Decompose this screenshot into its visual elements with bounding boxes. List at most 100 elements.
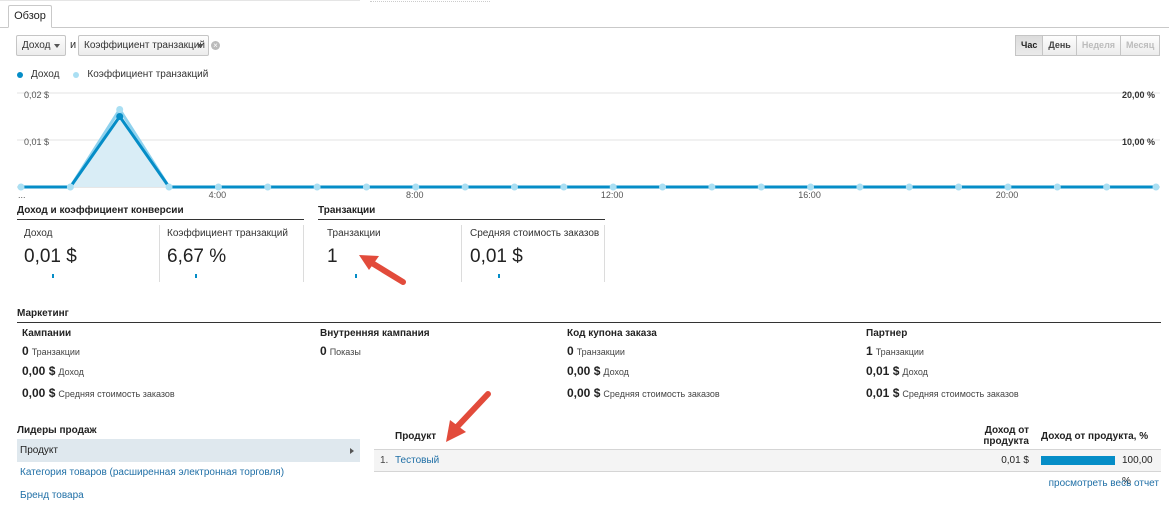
- kpi-section-conversion-title: Доход и коэффициент конверсии: [17, 205, 304, 220]
- marketing-col-internal-campaign-header: Внутренняя кампания: [320, 328, 430, 339]
- top-sellers-item-label: Бренд товара: [20, 490, 84, 501]
- x-axis-tick-label: 16:00: [798, 190, 821, 200]
- data-point-transaction-rate: [1103, 183, 1111, 191]
- metric-value: 0: [567, 344, 574, 358]
- kpi-value: 6,67 %: [167, 246, 227, 267]
- kpi-transaction-rate[interactable]: Коэффициент транзакций 6,67 %: [167, 228, 288, 278]
- series-line-revenue: [21, 113, 1156, 189]
- series-area-transaction-rate: [21, 109, 1156, 187]
- metric-label: Транзакции: [31, 347, 80, 357]
- data-point-transaction-rate: [659, 183, 667, 191]
- data-point-transaction-rate: [116, 105, 124, 113]
- series-line-transaction-rate: [21, 106, 1156, 189]
- marketing-affiliate-aov: 0,01 $ Средняя стоимость заказов: [866, 386, 1019, 400]
- top-sellers-item-product[interactable]: Продукт: [17, 439, 360, 462]
- data-point-transaction-rate: [362, 183, 370, 191]
- kpi-label: Доход: [24, 228, 53, 239]
- kpi-value: 0,01 $: [24, 246, 77, 267]
- metric-value: 1: [866, 344, 873, 358]
- kpi-divider: [303, 225, 304, 282]
- data-point-transaction-rate: [856, 183, 864, 191]
- metric-label: Средняя стоимость заказов: [902, 389, 1019, 399]
- data-point-transaction-rate: [560, 183, 568, 191]
- metric1-select[interactable]: Доход: [16, 35, 66, 56]
- x-axis-tick-label: 20:00: [996, 190, 1019, 200]
- legend-dot-icon: [73, 71, 80, 78]
- granularity-switcher: Час День Неделя Месяц: [1015, 35, 1161, 56]
- granularity-hour-button[interactable]: Час: [1015, 35, 1044, 56]
- granularity-week-button: Неделя: [1075, 35, 1122, 56]
- granularity-month-button: Месяц: [1120, 35, 1161, 56]
- marketing-campaigns-transactions: 0 Транзакции: [22, 344, 80, 358]
- kpi-label: Коэффициент транзакций: [167, 228, 288, 239]
- metric-label: Транзакции: [576, 347, 625, 357]
- top-sellers-item-label: Продукт: [20, 445, 58, 456]
- table-row: 1. Тестовый 0,01 $ 100,00 %: [374, 449, 1161, 487]
- data-point-transaction-rate: [1152, 183, 1160, 191]
- marketing-col-campaigns-header: Кампании: [22, 328, 72, 339]
- metric-label: Транзакции: [875, 347, 924, 357]
- top-dotted-divider: [370, 1, 490, 2]
- top-sellers-item-category[interactable]: Категория товаров (расширенная электронн…: [17, 461, 360, 484]
- product-link[interactable]: Тестовый: [395, 450, 439, 471]
- product-table-header-revenue[interactable]: Доход от продукта: [980, 425, 1029, 447]
- left-axis-tick-label: 0,02 $: [24, 90, 49, 100]
- right-axis-tick-label: 10,00 %: [1122, 137, 1155, 147]
- kpi-revenue[interactable]: Доход 0,01 $: [24, 228, 77, 278]
- product-table-header-share[interactable]: Доход от продукта, %: [1041, 431, 1148, 442]
- kpi-avg-order-value[interactable]: Средняя стоимость заказов 0,01 $: [470, 228, 599, 278]
- data-point-transaction-rate: [905, 183, 913, 191]
- left-axis-tick-label: 0,01 $: [24, 137, 49, 147]
- metric-label: Доход: [902, 367, 928, 377]
- kpi-label: Средняя стоимость заказов: [470, 228, 600, 239]
- kpi-divider: [159, 225, 160, 282]
- x-axis-tick-label: ...: [18, 190, 26, 200]
- kpi-sparkline: [498, 274, 500, 278]
- marketing-campaigns-aov: 0,00 $ Средняя стоимость заказов: [22, 386, 175, 400]
- tab-bar-line: [0, 27, 1169, 28]
- header-line: Доход от: [984, 425, 1029, 436]
- top-sellers-item-label: Категория товаров (расширенная электронн…: [20, 467, 285, 478]
- data-point-transaction-rate: [609, 183, 617, 191]
- metric-value: 0,01 $: [866, 364, 900, 378]
- marketing-affiliate-revenue: 0,01 $ Доход: [866, 364, 928, 378]
- remove-metric-close-icon[interactable]: ×: [211, 41, 220, 50]
- data-point-transaction-rate: [955, 183, 963, 191]
- kpi-label: Транзакции: [327, 228, 381, 239]
- data-point-transaction-rate: [165, 183, 173, 191]
- marketing-affiliate-transactions: 1 Транзакции: [866, 344, 924, 358]
- marketing-col-coupon-header: Код купона заказа: [567, 328, 657, 339]
- row-index: 1.: [380, 455, 389, 466]
- chevron-down-icon: [197, 44, 203, 48]
- kpi-section-transactions-title: Транзакции: [318, 205, 605, 220]
- data-point-transaction-rate: [757, 183, 765, 191]
- kpi-sparkline: [52, 274, 54, 278]
- top-sellers-title: Лидеры продаж: [17, 425, 360, 440]
- metric-label: Доход: [58, 367, 84, 377]
- tab-overview[interactable]: Обзор: [8, 5, 52, 28]
- marketing-campaigns-revenue: 0,00 $ Доход: [22, 364, 84, 378]
- data-point-transaction-rate: [1004, 183, 1012, 191]
- chart-legend: Доход Коэффициент транзакций: [17, 69, 222, 80]
- view-full-report-link[interactable]: просмотреть весь отчет: [1049, 478, 1159, 489]
- metric-connector: и: [70, 39, 77, 51]
- data-point-revenue: [116, 113, 124, 120]
- marketing-coupon-revenue: 0,00 $ Доход: [567, 364, 629, 378]
- data-point-transaction-rate: [313, 183, 321, 191]
- marketing-internal-impressions: 0 Показы: [320, 344, 361, 358]
- metric2-select[interactable]: Коэффициент транзакций: [78, 35, 209, 56]
- x-axis-tick-label: 12:00: [601, 190, 624, 200]
- annotation-arrow-icon: [359, 255, 406, 285]
- kpi-value: 0,01 $: [470, 246, 523, 267]
- product-table-header-product[interactable]: Продукт: [395, 431, 436, 442]
- metric-label: Средняя стоимость заказов: [603, 389, 720, 399]
- metric-value: 0,00 $: [567, 364, 601, 378]
- x-axis-tick-label: 8:00: [406, 190, 424, 200]
- granularity-day-button[interactable]: День: [1042, 35, 1077, 56]
- marketing-coupon-aov: 0,00 $ Средняя стоимость заказов: [567, 386, 720, 400]
- metric-label: Средняя стоимость заказов: [58, 389, 175, 399]
- annotation-arrow-icon: [446, 391, 491, 442]
- top-sellers-item-brand[interactable]: Бренд товара: [17, 484, 360, 507]
- data-point-transaction-rate: [264, 183, 272, 191]
- line-chart: 0,02 $ 0,01 $ 20,00 % 10,00 %... 4:00 8:00 12:…: [17, 90, 1160, 200]
